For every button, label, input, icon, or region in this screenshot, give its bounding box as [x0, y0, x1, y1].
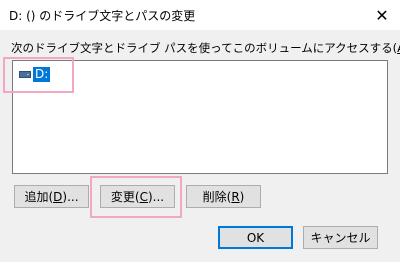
change-button[interactable]: 変更(C)... — [100, 185, 175, 208]
window-title: D: () のドライブ文字とパスの変更 — [9, 9, 196, 23]
close-button[interactable]: ✕ — [364, 0, 400, 30]
cancel-button[interactable]: キャンセル — [303, 226, 378, 249]
list-item[interactable]: D: — [19, 67, 51, 82]
drive-path-list[interactable]: D: — [12, 60, 388, 174]
drive-letter-label: D: — [33, 67, 51, 82]
close-icon: ✕ — [375, 5, 389, 25]
ok-button[interactable]: OK — [218, 226, 293, 249]
drive-icon — [19, 71, 31, 78]
change-drive-letter-dialog: D: () のドライブ文字とパスの変更 ✕ 次のドライブ文字とドライブ パスを使… — [0, 0, 400, 262]
instruction-label: 次のドライブ文字とドライブ パスを使ってこのボリュームにアクセスする(A): — [11, 41, 400, 55]
title-bar: D: () のドライブ文字とパスの変更 ✕ — [0, 0, 400, 30]
remove-button[interactable]: 削除(R) — [186, 185, 261, 208]
add-button[interactable]: 追加(D)... — [14, 185, 89, 208]
